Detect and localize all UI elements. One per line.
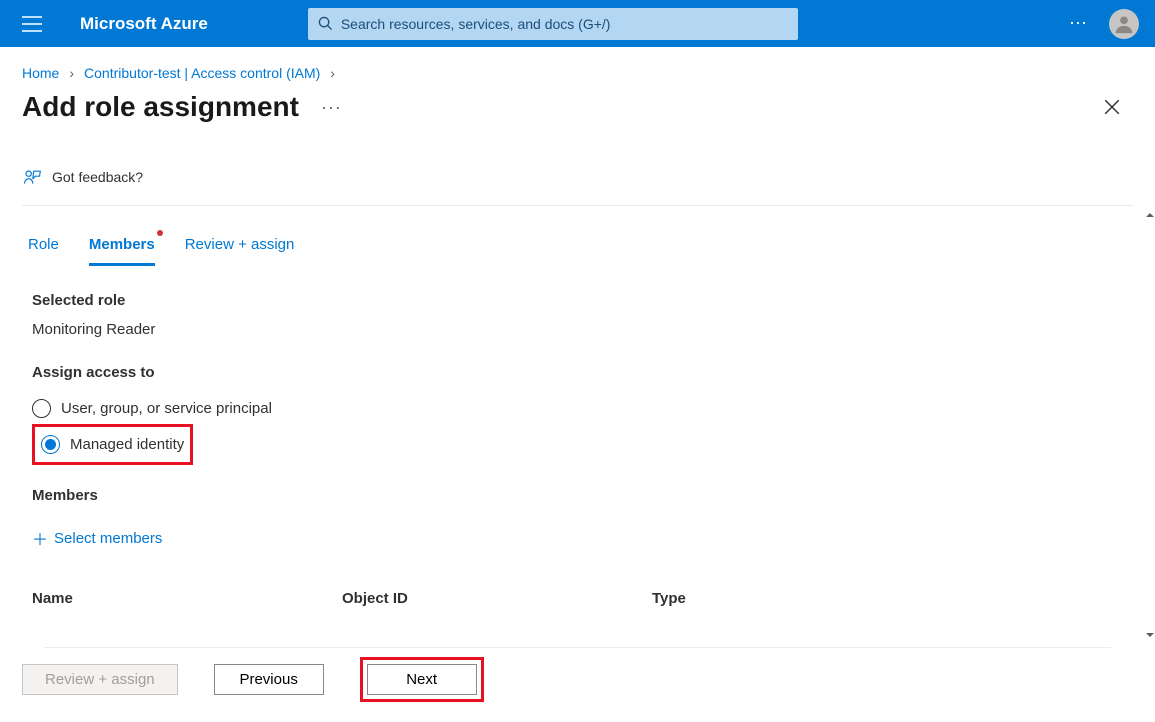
tab-review-label: Review + assign	[185, 236, 295, 253]
chevron-right-icon: ›	[330, 65, 335, 81]
select-members-link[interactable]: ＋ Select members	[32, 526, 162, 550]
content-area: Selected role Monitoring Reader Assign a…	[0, 266, 1155, 646]
topbar: Microsoft Azure Search resources, servic…	[0, 0, 1155, 47]
column-type: Type	[652, 590, 1123, 607]
radio-user-label: User, group, or service principal	[61, 400, 272, 417]
radio-icon	[41, 435, 60, 454]
more-icon[interactable]: ⋯	[1063, 7, 1095, 40]
selected-role-label: Selected role	[32, 292, 1123, 309]
radio-mi-label: Managed identity	[70, 436, 184, 453]
hamburger-menu-icon[interactable]	[16, 10, 48, 38]
plus-icon: ＋	[32, 526, 48, 550]
attention-dot-icon	[157, 230, 163, 236]
column-name: Name	[32, 590, 342, 607]
scrollbar[interactable]	[1145, 210, 1155, 640]
radio-icon	[32, 399, 51, 418]
search-icon	[318, 16, 333, 31]
feedback-label: Got feedback?	[52, 169, 143, 185]
review-assign-button: Review + assign	[22, 664, 178, 695]
tabs: Role Members Review + assign	[0, 206, 1155, 266]
breadcrumb: Home › Contributor-test | Access control…	[0, 47, 1155, 81]
scroll-down-icon	[1145, 630, 1155, 640]
selected-role-value: Monitoring Reader	[32, 321, 1123, 338]
tab-role-label: Role	[28, 236, 59, 253]
close-button[interactable]	[1097, 92, 1127, 122]
radio-managed-identity[interactable]: Managed identity	[41, 429, 184, 460]
feedback-icon	[22, 167, 42, 187]
previous-button[interactable]: Previous	[214, 664, 324, 695]
select-members-label: Select members	[54, 530, 162, 547]
highlight-box: Next	[360, 657, 484, 702]
person-icon	[1113, 13, 1135, 35]
close-icon	[1103, 98, 1121, 116]
brand-label: Microsoft Azure	[80, 14, 208, 34]
avatar[interactable]	[1109, 9, 1139, 39]
tab-role[interactable]: Role	[28, 228, 59, 266]
highlight-box: Managed identity	[32, 424, 193, 465]
breadcrumb-contributor[interactable]: Contributor-test | Access control (IAM)	[84, 65, 320, 81]
assign-access-radio-group: User, group, or service principal Manage…	[32, 393, 1123, 465]
scroll-up-icon	[1145, 210, 1155, 220]
assign-access-label: Assign access to	[32, 364, 1123, 381]
search-input[interactable]: Search resources, services, and docs (G+…	[308, 8, 798, 40]
members-label: Members	[32, 487, 1123, 504]
feedback-link[interactable]: Got feedback?	[22, 161, 143, 193]
members-table-header: Name Object ID Type	[32, 590, 1123, 607]
title-row: Add role assignment ···	[0, 81, 1155, 123]
tab-review-assign[interactable]: Review + assign	[185, 228, 295, 266]
tab-members[interactable]: Members	[89, 228, 155, 266]
search-placeholder: Search resources, services, and docs (G+…	[341, 16, 611, 32]
page-title: Add role assignment	[22, 91, 299, 123]
command-bar: Got feedback?	[0, 161, 1155, 193]
tab-members-label: Members	[89, 236, 155, 253]
chevron-right-icon: ›	[69, 65, 74, 81]
radio-user-group[interactable]: User, group, or service principal	[32, 393, 1123, 424]
column-object-id: Object ID	[342, 590, 652, 607]
page-more-icon[interactable]: ···	[321, 97, 342, 118]
footer: Review + assign Previous Next	[0, 647, 1155, 722]
breadcrumb-home[interactable]: Home	[22, 65, 59, 81]
next-button[interactable]: Next	[367, 664, 477, 695]
